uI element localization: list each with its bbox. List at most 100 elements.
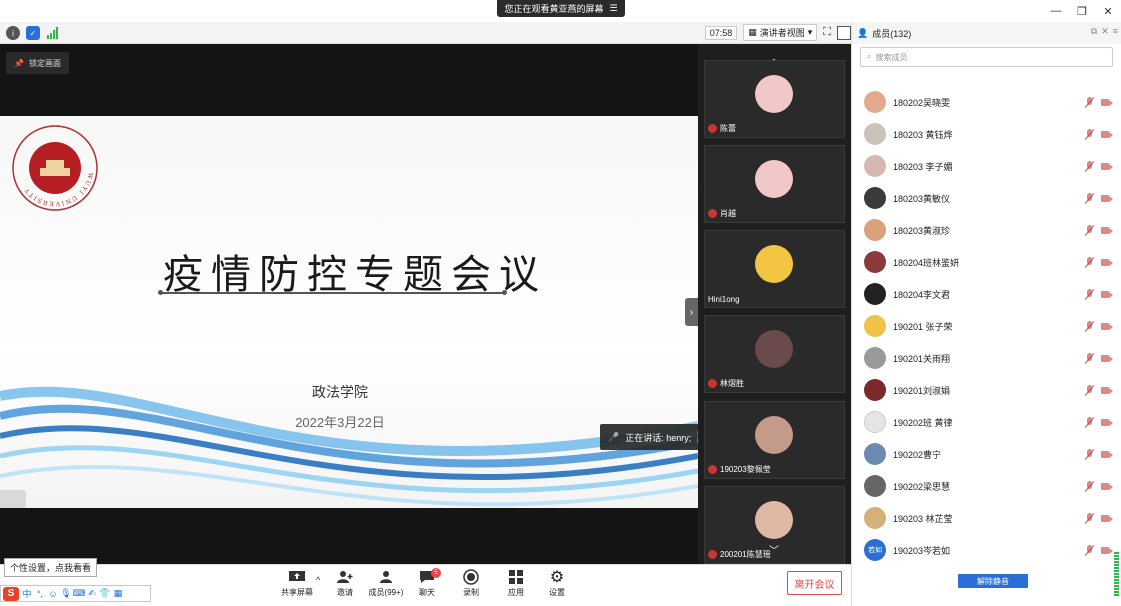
camera-off-icon[interactable] [1101, 129, 1113, 140]
video-tile[interactable]: 190203黎佩莹 [704, 401, 845, 479]
skin-icon[interactable]: 👕 [99, 588, 110, 599]
camera-off-icon[interactable] [1101, 289, 1113, 300]
apps-button[interactable]: 应用 [494, 569, 538, 598]
member-panel: 👤 成员(132) ⧉ ✕ ≡ ⌕ 搜索成员 180202吴晓雯 180203 … [851, 22, 1121, 606]
settings-label: 设置 [549, 588, 565, 597]
mic-off-icon[interactable] [1084, 384, 1095, 396]
info-icon[interactable]: i [6, 26, 20, 40]
camera-off-icon[interactable] [1101, 385, 1113, 396]
camera-off-icon[interactable] [1101, 161, 1113, 172]
record-button[interactable]: 录制 [449, 569, 493, 598]
member-row[interactable]: 180203黄淑珍 [864, 217, 1113, 243]
mic-off-icon[interactable] [1084, 352, 1095, 364]
mic-off-icon[interactable] [1084, 224, 1095, 236]
mic-muted-icon [708, 124, 717, 133]
mic-off-icon[interactable] [1084, 160, 1095, 172]
avatar [755, 501, 793, 539]
handwriting-icon[interactable]: ✍ [87, 588, 97, 599]
close-icon[interactable]: ✕ [1095, 0, 1121, 22]
invite-button[interactable]: 邀请 [323, 569, 367, 598]
member-row[interactable]: 180204李文君 [864, 281, 1113, 307]
mic-off-icon[interactable] [1084, 256, 1095, 268]
members-button[interactable]: 成员(99+) [364, 569, 408, 598]
video-tile[interactable]: 陈蕾 [704, 60, 845, 138]
punctuation-icon[interactable]: °, [35, 589, 45, 599]
lock-view-button[interactable]: 📌 锁定画面 [6, 52, 69, 74]
unmute-all-button[interactable]: 解除静音 [958, 574, 1028, 588]
view-mode-dropdown[interactable]: ▦ 演讲者视图 ▾ [743, 24, 818, 41]
camera-off-icon[interactable] [1101, 225, 1113, 236]
member-row[interactable]: 190201刘淑娟 [864, 377, 1113, 403]
camera-off-icon[interactable] [1101, 449, 1113, 460]
camera-off-icon[interactable] [1101, 97, 1113, 108]
member-row[interactable]: 180203 黄钰烨 [864, 121, 1113, 147]
fullscreen-icon[interactable]: ⛶ [823, 26, 831, 39]
chevron-up-icon[interactable]: ^ [316, 575, 320, 585]
member-row[interactable]: 190202梁思慧 [864, 473, 1113, 499]
popout-icon[interactable]: ⧉ [1091, 26, 1097, 37]
menu-icon[interactable]: ☰ [609, 3, 617, 14]
mic-off-icon[interactable] [1084, 480, 1095, 492]
grid-menu-icon[interactable]: ▦ [113, 588, 123, 599]
mic-off-icon[interactable] [1084, 320, 1095, 332]
member-row[interactable]: 180203黄敏仪 [864, 185, 1113, 211]
camera-off-icon[interactable] [1101, 513, 1113, 524]
mic-off-icon[interactable] [1084, 96, 1095, 108]
member-row[interactable]: 190202曹宁 [864, 441, 1113, 467]
sogou-logo-icon[interactable]: S [3, 586, 19, 601]
camera-off-icon[interactable] [1101, 257, 1113, 268]
presentation-slide: WUYI UNIVERSITY 疫情防控专题会议 政法学院 2022年3月22日 [0, 116, 698, 508]
mic-off-icon[interactable] [1084, 128, 1095, 140]
chevron-down-icon[interactable]: ﹀ [746, 542, 802, 557]
share-screen-button[interactable]: 共享屏幕 [275, 569, 319, 598]
camera-off-icon[interactable] [1101, 193, 1113, 204]
member-search-input[interactable]: ⌕ 搜索成员 [860, 47, 1113, 67]
member-row[interactable]: 若如 190203岑若如 [864, 537, 1113, 563]
mic-off-icon[interactable] [1084, 192, 1095, 204]
leave-meeting-button[interactable]: 离开会议 [787, 571, 842, 595]
mic-off-icon[interactable] [1084, 416, 1095, 428]
avatar [755, 75, 793, 113]
university-logo-icon: WUYI UNIVERSITY [12, 125, 98, 211]
camera-off-icon[interactable] [1101, 321, 1113, 332]
member-row[interactable]: 190201 张子荣 [864, 313, 1113, 339]
camera-off-icon[interactable] [1101, 545, 1113, 556]
camera-off-icon[interactable] [1101, 353, 1113, 364]
speaking-text: 正在讲话: henry; [625, 432, 692, 443]
settings-button[interactable]: ⚙ 设置 [535, 569, 579, 598]
shield-icon[interactable]: ✓ [26, 26, 40, 40]
meeting-window: 您正在观看黄亚燕的屏幕 ☰ — ❐ ✕ i ✓ 07:58 ▦ 演讲者视图 ▾ … [0, 0, 1121, 606]
member-row[interactable]: 180202吴晓雯 [864, 89, 1113, 115]
keyboard-icon[interactable]: ⌨ [73, 588, 86, 599]
video-tile[interactable]: Hini1ong [704, 230, 845, 308]
share-banner[interactable]: 您正在观看黄亚燕的屏幕 ☰ [497, 0, 625, 17]
member-row[interactable]: 190203 林芷莹 [864, 505, 1113, 531]
mic-off-icon[interactable] [1084, 288, 1095, 300]
ime-language[interactable]: 中 [22, 589, 32, 599]
grid-icon: ▦ [748, 27, 757, 37]
mic-off-icon[interactable] [1084, 544, 1095, 556]
minimize-icon[interactable]: — [1043, 0, 1069, 22]
camera-off-icon[interactable] [1101, 481, 1113, 492]
member-row[interactable]: 180204班林鉴妍 [864, 249, 1113, 275]
collapse-strip-button[interactable]: › [685, 298, 698, 326]
layout-icon[interactable] [837, 25, 851, 40]
mic-icon[interactable]: 🎙 [60, 588, 71, 599]
video-tile[interactable]: 林熠胜 [704, 315, 845, 393]
avatar [864, 443, 886, 465]
close-panel-icon[interactable]: ✕ [1101, 26, 1109, 37]
restore-icon[interactable]: ❐ [1069, 0, 1095, 22]
mic-off-icon[interactable] [1084, 512, 1095, 524]
member-row[interactable]: 190202班 黄律 [864, 409, 1113, 435]
panel-scrollbar[interactable] [1114, 552, 1119, 596]
video-tile[interactable]: 肖越 [704, 145, 845, 223]
mic-off-icon[interactable] [1084, 448, 1095, 460]
member-row[interactable]: 180203 李子媚 [864, 153, 1113, 179]
chat-button[interactable]: 5 聊天 [405, 568, 449, 598]
slide-menu-button[interactable] [0, 490, 26, 508]
signal-icon[interactable] [46, 26, 60, 40]
member-row[interactable]: 190201关雨翔 [864, 345, 1113, 371]
emoji-icon[interactable]: ☺ [48, 589, 58, 599]
camera-off-icon[interactable] [1101, 417, 1113, 428]
panel-menu-icon[interactable]: ≡ [1113, 26, 1118, 37]
